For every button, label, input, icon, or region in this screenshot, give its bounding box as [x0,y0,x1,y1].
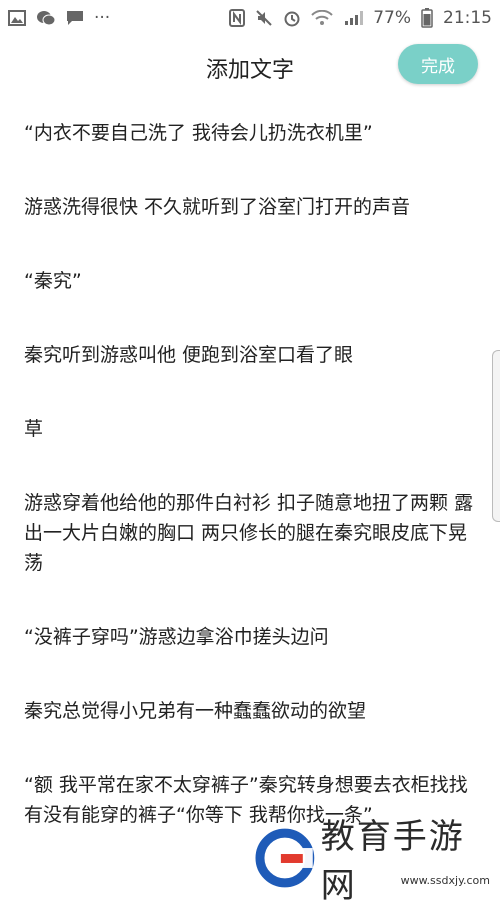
text-paragraph: 游惑洗得很快 不久就听到了浴室门打开的声音 [24,196,411,218]
watermark-text: 教育手游网 [320,816,465,906]
clock: 21:15 [443,8,492,28]
header-bar: 添加文字 完成 [0,38,500,92]
site-watermark: 教育手游网 www.ssdxjy.com [255,817,500,906]
site-logo-icon [255,828,315,887]
wifi-icon [311,10,333,26]
alarm-icon [283,9,301,27]
text-paragraph: 秦究听到游惑叫他 便跑到浴室口看了眼 [24,344,354,366]
watermark-url: www.ssdxjy.com [400,874,490,887]
mute-icon [255,9,273,27]
message-icon [66,10,84,26]
nfc-icon [229,9,246,27]
status-bar-notifications: ··· [8,8,110,28]
text-content[interactable]: “内衣不要自己洗了 我待会儿扔洗衣机里” 游惑洗得很快 不久就听到了浴室门打开的声… [24,118,486,874]
text-paragraph: “内衣不要自己洗了 我待会儿扔洗衣机里” [24,122,373,144]
text-paragraph: “秦究” [24,270,82,292]
status-bar: ··· 77% 21:15 [0,0,500,36]
signal-icon [343,10,364,26]
done-button[interactable]: 完成 [398,44,478,84]
text-paragraph: 秦究总觉得小兄弟有一种蠢蠢欲动的欲望 [24,700,367,722]
status-bar-system: 77% 21:15 [229,8,492,28]
battery-percent: 77% [373,8,411,28]
text-paragraph: 草 [24,418,44,440]
text-paragraph: 游惑穿着他给他的那件白衬衫 扣子随意地扭了两颗 露出一大片白嫩的胸口 两只修长的… [24,492,474,574]
wechat-icon [36,10,56,26]
battery-icon [421,8,433,28]
more-icon: ··· [94,8,111,28]
scroll-handle[interactable] [492,350,500,522]
text-paragraph: “没裤子穿吗”游惑边拿浴巾搓头边问 [24,626,329,648]
image-icon [8,10,26,26]
